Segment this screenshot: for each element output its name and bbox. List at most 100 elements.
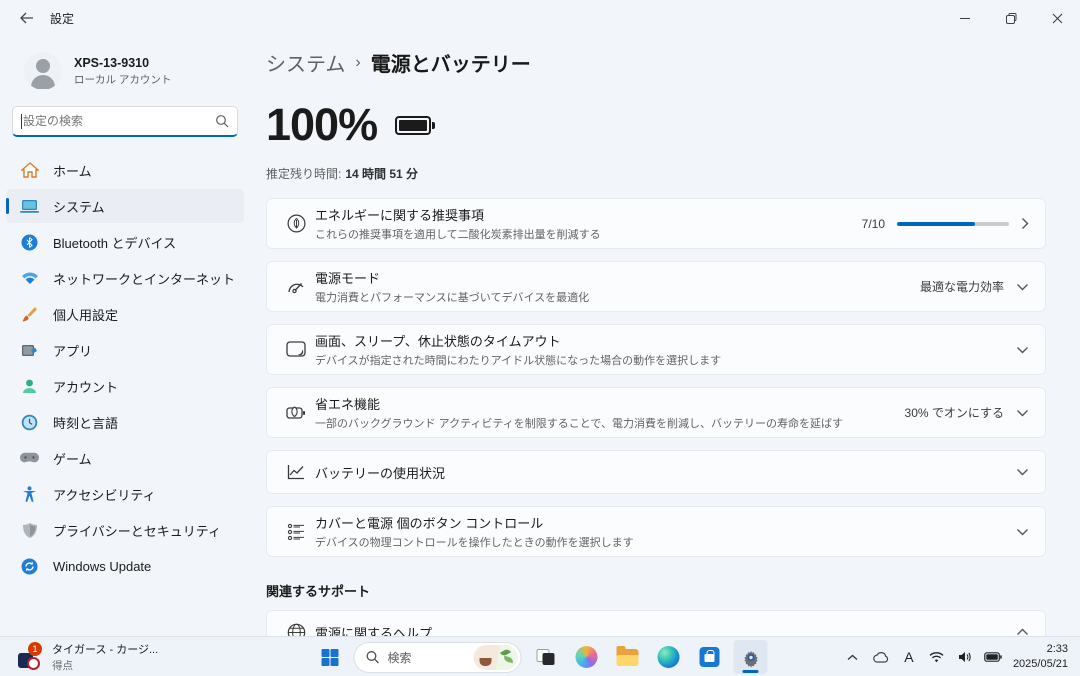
account-card[interactable]: XPS-13-9310 ローカル アカウント [0, 44, 250, 104]
store-button[interactable] [693, 640, 727, 674]
window-controls [942, 0, 1080, 36]
chart-line-icon [277, 464, 315, 480]
wifi-tray-icon[interactable] [925, 642, 949, 672]
sidebar-item-accounts[interactable]: アカウント [6, 369, 244, 403]
back-button[interactable] [10, 6, 42, 30]
card-energy-saver[interactable]: 省エネ機能 一部のバックグラウンド アクティビティを制限することで、電力消費を削… [266, 387, 1046, 438]
notification-badge: 1 [28, 642, 42, 656]
taskbar: 1 タイガース - カージ... 得点 検索 [0, 636, 1080, 676]
minimize-button[interactable] [942, 0, 988, 36]
file-explorer-icon [617, 649, 639, 666]
card-lid-power-controls[interactable]: カバーと電源 個のボタン コントロール デバイスの物理コントロールを操作したとき… [266, 506, 1046, 557]
breadcrumb-separator: › [355, 54, 360, 72]
card-power-mode[interactable]: 電源モード 電力消費とパフォーマンスに基づいてデバイスを最適化 最適な電力効率 [266, 261, 1046, 312]
sidebar-item-privacy[interactable]: プライバシーとセキュリティ [6, 513, 244, 547]
person-icon [20, 377, 39, 396]
energy-progress-bar [897, 222, 1009, 226]
sidebar: XPS-13-9310 ローカル アカウント ホーム システム Bluetoot… [0, 36, 250, 636]
edge-button[interactable] [652, 640, 686, 674]
system-tray: A 2:33 2025/05/21 [841, 640, 1074, 674]
chevron-down-icon [1016, 468, 1029, 476]
gear-icon [740, 647, 761, 668]
onedrive-icon[interactable] [869, 642, 893, 672]
sidebar-item-bluetooth[interactable]: Bluetooth とデバイス [6, 225, 244, 259]
sidebar-item-apps[interactable]: アプリ [6, 333, 244, 367]
home-icon [20, 161, 39, 180]
chevron-down-icon [1016, 346, 1029, 354]
clock[interactable]: 2:33 2025/05/21 [1009, 642, 1074, 672]
chevron-down-icon [1016, 283, 1029, 291]
sports-widget-icon: 1 [18, 644, 44, 670]
update-icon [20, 557, 39, 576]
account-name: XPS-13-9310 [74, 56, 171, 70]
card-power-help[interactable]: 電源に関するヘルプ [266, 610, 1046, 636]
search-input[interactable] [12, 106, 238, 137]
battery-summary: 100% [266, 99, 1046, 151]
windows-logo-icon [321, 649, 338, 666]
power-mode-value: 最適な電力効率 [920, 278, 1004, 295]
card-screen-sleep-timeouts[interactable]: 画面、スリープ、休止状態のタイムアウト デバイスが指定された時間にわたりアイドル… [266, 324, 1046, 375]
task-view-button[interactable] [529, 640, 563, 674]
controls-list-icon [277, 523, 315, 541]
copilot-icon [576, 646, 598, 668]
widgets-button[interactable]: 1 タイガース - カージ... 得点 [10, 640, 166, 674]
energy-saver-value: 30% でオンにする [905, 404, 1004, 421]
wifi-icon [20, 269, 39, 288]
task-view-icon [537, 649, 555, 665]
volume-icon[interactable] [953, 642, 977, 672]
battery-tray-icon[interactable] [981, 642, 1005, 672]
sidebar-item-gaming[interactable]: ゲーム [6, 441, 244, 475]
energy-score: 7/10 [862, 217, 885, 231]
breadcrumb-system[interactable]: システム [266, 48, 345, 77]
page-title: 電源とバッテリー [371, 48, 531, 77]
sidebar-item-network[interactable]: ネットワークとインターネット [6, 261, 244, 295]
sidebar-nav: ホーム システム Bluetooth とデバイス ネットワークとインターネット … [0, 147, 250, 583]
text-caret [21, 114, 22, 129]
card-energy-recommendations[interactable]: エネルギーに関する推奨事項 これらの推奨事項を適用して二酸化炭素排出量を削減する… [266, 198, 1046, 249]
taskbar-center: 検索 [313, 640, 768, 674]
edge-icon [658, 646, 680, 668]
chevron-down-icon [1016, 409, 1029, 417]
ime-indicator[interactable]: A [897, 642, 921, 672]
chevron-up-icon [1016, 628, 1029, 636]
card-battery-usage[interactable]: バッテリーの使用状況 [266, 450, 1046, 494]
copilot-button[interactable] [570, 640, 604, 674]
breadcrumb: システム › 電源とバッテリー [266, 48, 1046, 77]
restore-button[interactable] [988, 0, 1034, 36]
sidebar-item-time-language[interactable]: 時刻と言語 [6, 405, 244, 439]
apps-icon [20, 341, 39, 360]
bluetooth-icon [20, 233, 39, 252]
widget-subtext: 得点 [52, 658, 158, 673]
tray-time: 2:33 [1013, 642, 1068, 657]
account-type: ローカル アカウント [74, 72, 171, 87]
battery-percent: 100% [266, 99, 377, 151]
settings-search [12, 106, 238, 137]
sidebar-item-accessibility[interactable]: アクセシビリティ [6, 477, 244, 511]
accessibility-icon [20, 485, 39, 504]
leaf-icon [277, 214, 315, 233]
titlebar: 設定 [0, 0, 1080, 36]
start-button[interactable] [313, 640, 347, 674]
screen-sleep-icon [277, 341, 315, 358]
avatar [24, 52, 62, 90]
brush-icon [20, 305, 39, 324]
battery-icon [395, 116, 431, 135]
chevron-down-icon [1016, 528, 1029, 536]
taskbar-search[interactable]: 検索 [354, 642, 522, 673]
sidebar-item-system[interactable]: システム [6, 189, 244, 223]
related-support-heading: 関連するサポート [266, 581, 1046, 600]
sidebar-item-windows-update[interactable]: Windows Update [6, 549, 244, 583]
sidebar-item-home[interactable]: ホーム [6, 153, 244, 187]
gauge-icon [277, 278, 315, 295]
clock-icon [20, 413, 39, 432]
file-explorer-button[interactable] [611, 640, 645, 674]
gamepad-icon [20, 449, 39, 468]
globe-icon [277, 623, 315, 637]
search-icon [215, 114, 229, 128]
settings-app-button[interactable] [734, 640, 768, 674]
sidebar-item-personalization[interactable]: 個人用設定 [6, 297, 244, 331]
hidden-icons-button[interactable] [841, 642, 865, 672]
widget-headline: タイガース - カージ... [52, 641, 158, 657]
search-highlight-image [474, 645, 518, 670]
close-button[interactable] [1034, 0, 1080, 36]
